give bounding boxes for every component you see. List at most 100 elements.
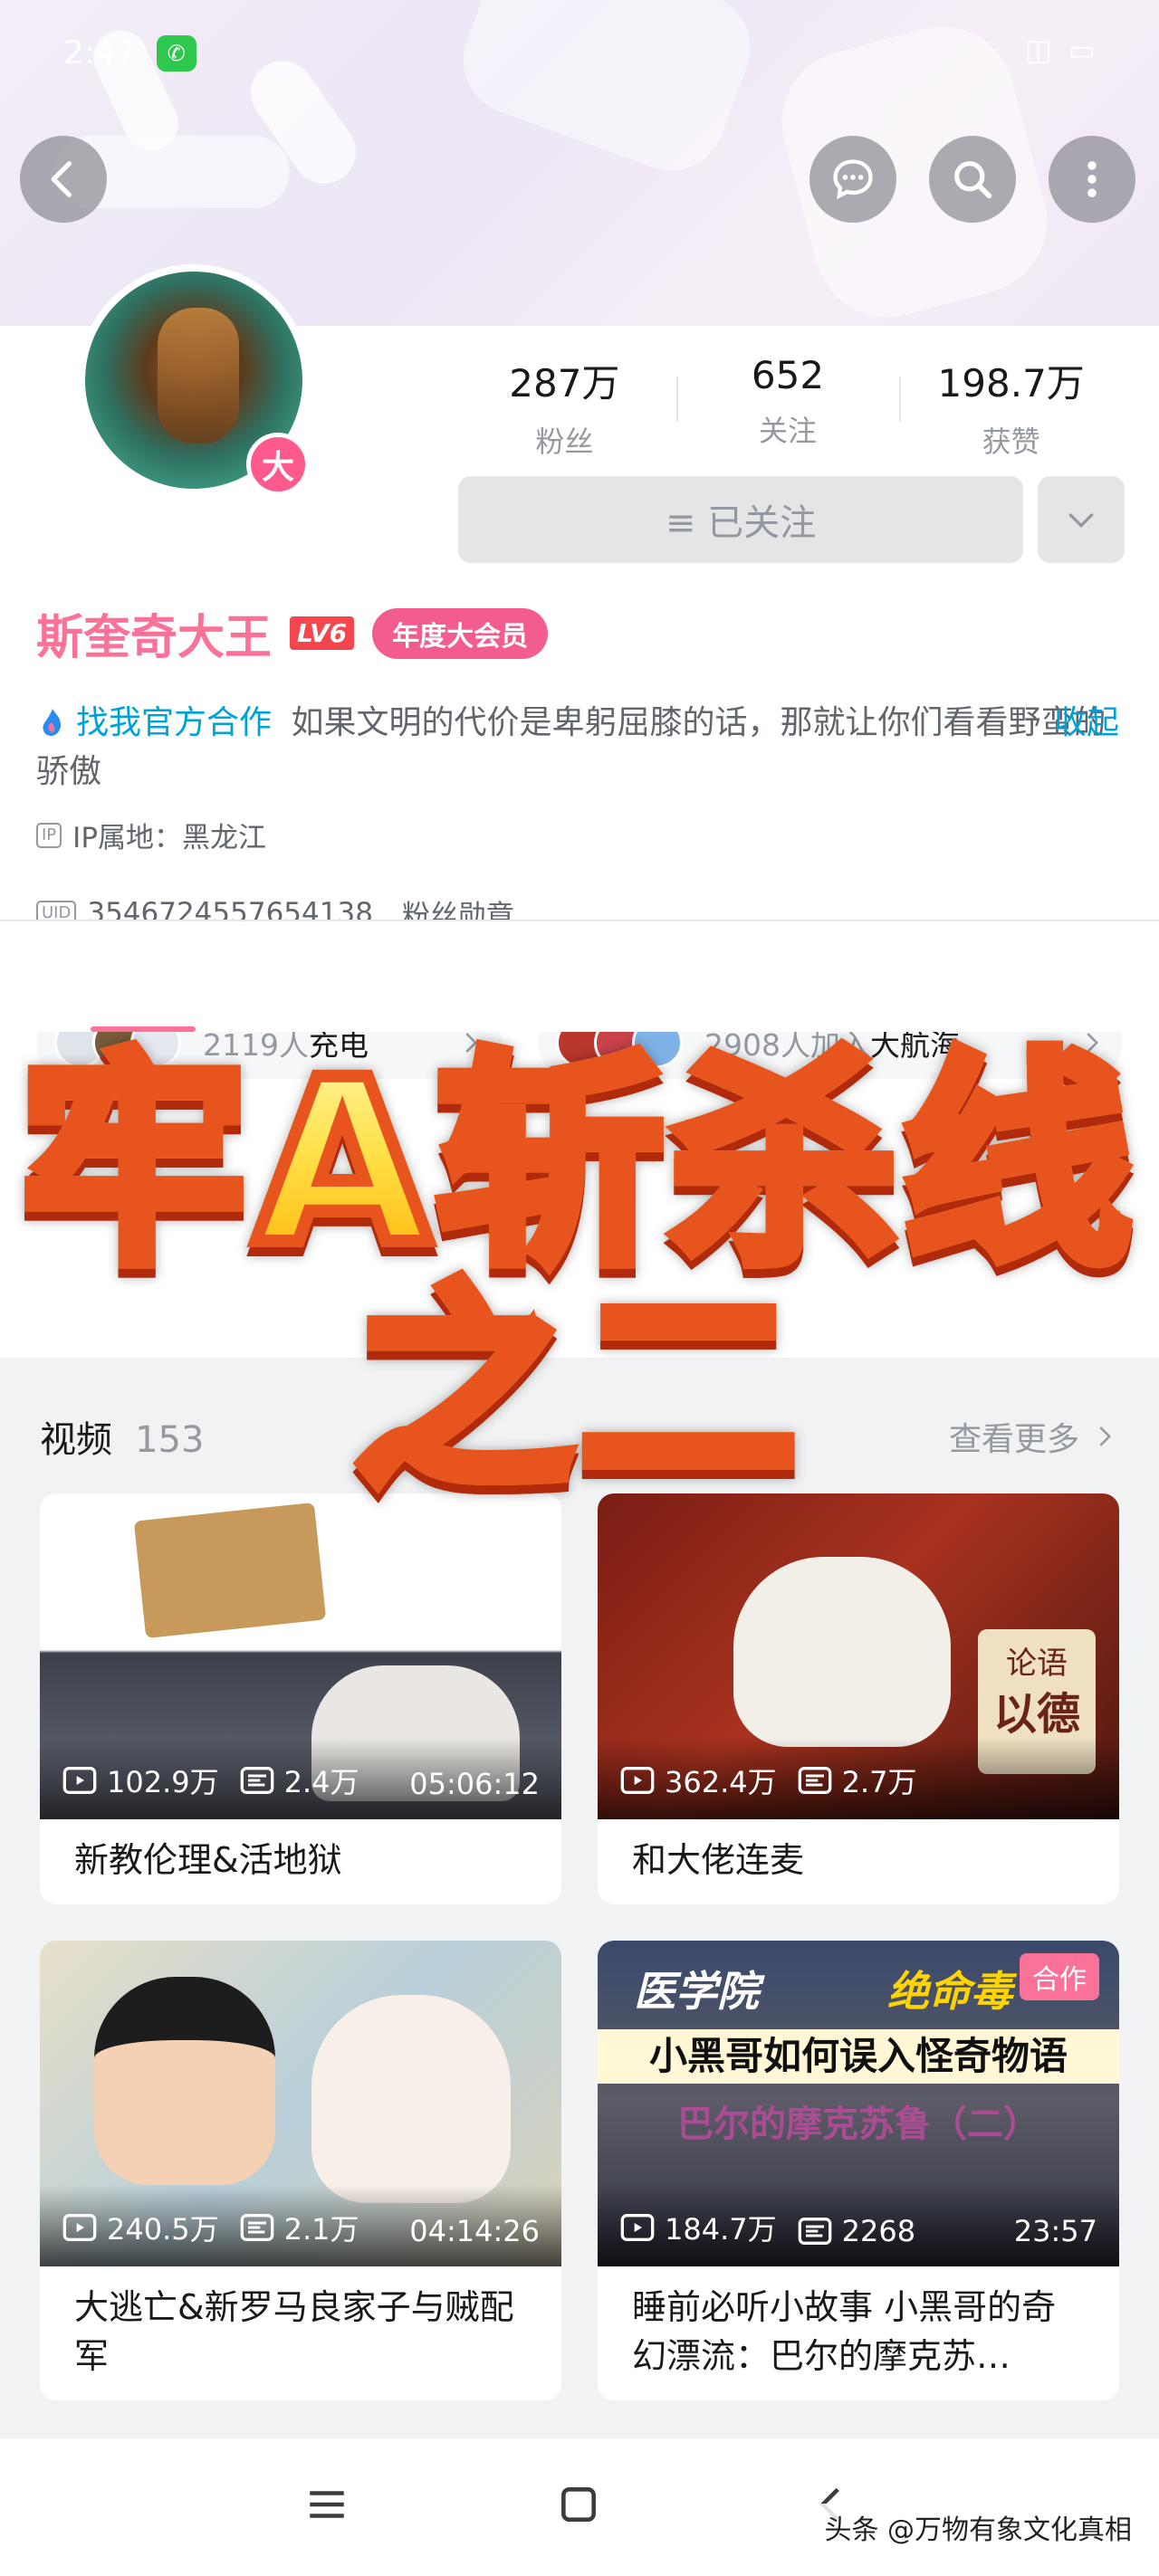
thumb-subcaption: 巴尔的摩克苏鲁（二） (677, 2104, 1039, 2145)
video-title: 睡前必听小故事 小黑哥的奇幻漂流：巴尔的摩克苏… (632, 2287, 1057, 2376)
play-count-icon (62, 1767, 97, 1794)
parcel-illustration (133, 1502, 327, 1639)
message-button[interactable] (809, 136, 896, 223)
danmaku-icon (240, 1767, 273, 1794)
stat-likes[interactable]: 198.7万 获赞 (899, 353, 1123, 461)
cooperation-icon (43, 709, 61, 736)
bio: 找我官方合作 如果文明的代价是卑躬屈膝的话，那就让你们看看野蛮的骄傲 (36, 699, 1123, 797)
character-illustration (311, 1995, 511, 2203)
view-count: 184.7万 (665, 2212, 777, 2247)
follow-dropdown-button[interactable] (1038, 476, 1125, 563)
watermark: 头条 @万物有象文化真相 (817, 2504, 1139, 2551)
video-duration: 23:57 (1013, 2214, 1097, 2248)
video-duration: 05:06:12 (409, 1767, 540, 1801)
video-card[interactable]: 240.5万 2.1万 04:14:26 大逃亡&新罗马良家子与贼配军 (40, 1941, 561, 2400)
status-bar: 2:47 ✆ (63, 34, 196, 72)
videos-section-header: 视频 153 查看更多 (40, 1410, 1117, 1463)
video-duration: 04:14:26 (409, 2214, 540, 2248)
active-tab-indicator (91, 1026, 196, 1032)
section-count: 153 (135, 1419, 205, 1461)
system-navigation-bar: 头条 @万物有象文化真相 (0, 2438, 1159, 2576)
stat-value: 287万 (509, 361, 620, 405)
stat-fans[interactable]: 287万 粉丝 (453, 353, 676, 461)
followed-label: ≡ 已关注 (665, 502, 817, 544)
search-button[interactable] (929, 136, 1016, 223)
video-thumbnail: 102.9万 2.4万 05:06:12 (40, 1493, 561, 1819)
video-title: 和大佬连麦 (632, 1840, 805, 1880)
collapse-link[interactable]: 收起 (1054, 699, 1119, 748)
video-stats-bar: 184.7万 2268 23:57 (598, 2185, 1119, 2266)
name-row: 斯奎奇大王 LV6 年度大会员 (36, 599, 549, 667)
chevron-left-icon (51, 161, 72, 197)
verified-badge: 大 (246, 433, 310, 496)
video-card[interactable]: 102.9万 2.4万 05:06:12 新教伦理&活地狱 (40, 1493, 561, 1904)
video-stats-bar: 240.5万 2.1万 04:14:26 (40, 2185, 561, 2266)
video-card[interactable]: 医学院 绝命毒 小黑哥如何误入怪奇物语 巴尔的摩克苏鲁（二） 合作 184.7万… (598, 1941, 1119, 2400)
banner-decoration (447, 0, 766, 186)
danmaku-count: 2.1万 (283, 2212, 359, 2247)
play-count-icon (620, 1767, 655, 1794)
danmaku-icon (798, 2218, 831, 2245)
vip-badge[interactable]: 年度大会员 (372, 607, 549, 659)
content-tabs (0, 920, 1159, 1032)
section-title: 视频 (40, 1419, 112, 1461)
character-illustration (94, 1977, 275, 2185)
status-time: 2:47 (63, 34, 137, 72)
stat-label: 关注 (759, 414, 818, 448)
video-card[interactable]: 论语 以德 362.4万 2.7万 和大佬连麦 (598, 1493, 1119, 1904)
ip-icon: IP (36, 822, 62, 848)
view-count: 102.9万 (107, 1765, 219, 1799)
stat-label: 获赞 (982, 425, 1040, 459)
danmaku-count: 2268 (841, 2214, 916, 2248)
followed-button[interactable]: ≡ 已关注 (458, 476, 1023, 563)
thumb-text: 绝命毒 (887, 1967, 1012, 2016)
chevron-right-icon (465, 1033, 478, 1053)
video-stats-bar: 362.4万 2.7万 (598, 1738, 1119, 1819)
chevron-right-icon (1099, 1426, 1112, 1446)
chevron-down-icon (1068, 513, 1094, 529)
signal-icon: ◫ (1024, 33, 1052, 67)
view-count: 362.4万 (665, 1765, 777, 1799)
view-count: 240.5万 (107, 2212, 219, 2247)
danmaku-count: 2.7万 (841, 1765, 917, 1799)
menu-icon[interactable] (304, 2482, 350, 2527)
back-button[interactable] (20, 136, 107, 223)
stat-value: 198.7万 (937, 361, 1085, 405)
video-title: 大逃亡&新罗马良家子与贼配军 (74, 2287, 514, 2376)
video-thumbnail: 论语 以德 362.4万 2.7万 (598, 1493, 1119, 1819)
official-cooperation-link[interactable]: 找我官方合作 (76, 704, 272, 741)
status-icons: ◫ ▭ (1025, 33, 1096, 67)
wechat-icon: ✆ (156, 34, 196, 72)
chevron-right-icon (1087, 1033, 1099, 1053)
more-options-button[interactable] (1049, 136, 1135, 223)
see-more-link[interactable]: 查看更多 (949, 1413, 1117, 1460)
battery-icon: ▭ (1068, 33, 1096, 67)
video-thumbnail: 医学院 绝命毒 小黑哥如何误入怪奇物语 巴尔的摩克苏鲁（二） 合作 184.7万… (598, 1941, 1119, 2266)
video-thumbnail: 240.5万 2.1万 04:14:26 (40, 1941, 561, 2266)
video-title: 新教伦理&活地狱 (74, 1840, 342, 1880)
scroll-text: 以德 (992, 1689, 1080, 1740)
play-count-icon (620, 2214, 655, 2241)
thumb-text: 医学院 (634, 1967, 759, 2016)
stat-following[interactable]: 652 关注 (675, 353, 900, 461)
stat-label: 粉丝 (535, 425, 594, 459)
stat-value: 652 (751, 353, 825, 397)
level-badge: LV6 (290, 616, 355, 650)
ip-location-text: IP属地：黑龙江 (72, 822, 267, 854)
chat-icon (833, 159, 873, 200)
danmaku-icon (240, 2214, 273, 2241)
scroll-text: 论语 (1006, 1646, 1068, 1682)
profile-stats: 287万 粉丝 652 关注 198.7万 获赞 (453, 353, 1123, 461)
danmaku-count: 2.4万 (283, 1765, 359, 1799)
character-illustration (733, 1557, 951, 1747)
play-count-icon (62, 2214, 97, 2241)
username: 斯奎奇大王 (36, 611, 273, 665)
home-icon[interactable] (556, 2482, 601, 2527)
danmaku-icon (798, 1767, 831, 1794)
cooperation-badge: 合作 (1020, 1953, 1099, 2000)
profile-header: 大 287万 粉丝 652 关注 198.7万 获赞 ≡ 已关注 斯奎奇大王 L… (0, 264, 1159, 1358)
search-icon (954, 161, 992, 199)
thumb-caption: 小黑哥如何误入怪奇物语 (598, 2029, 1119, 2084)
more-vertical-icon (1087, 161, 1097, 197)
ip-location: IP IP属地：黑龙江 (36, 815, 266, 855)
